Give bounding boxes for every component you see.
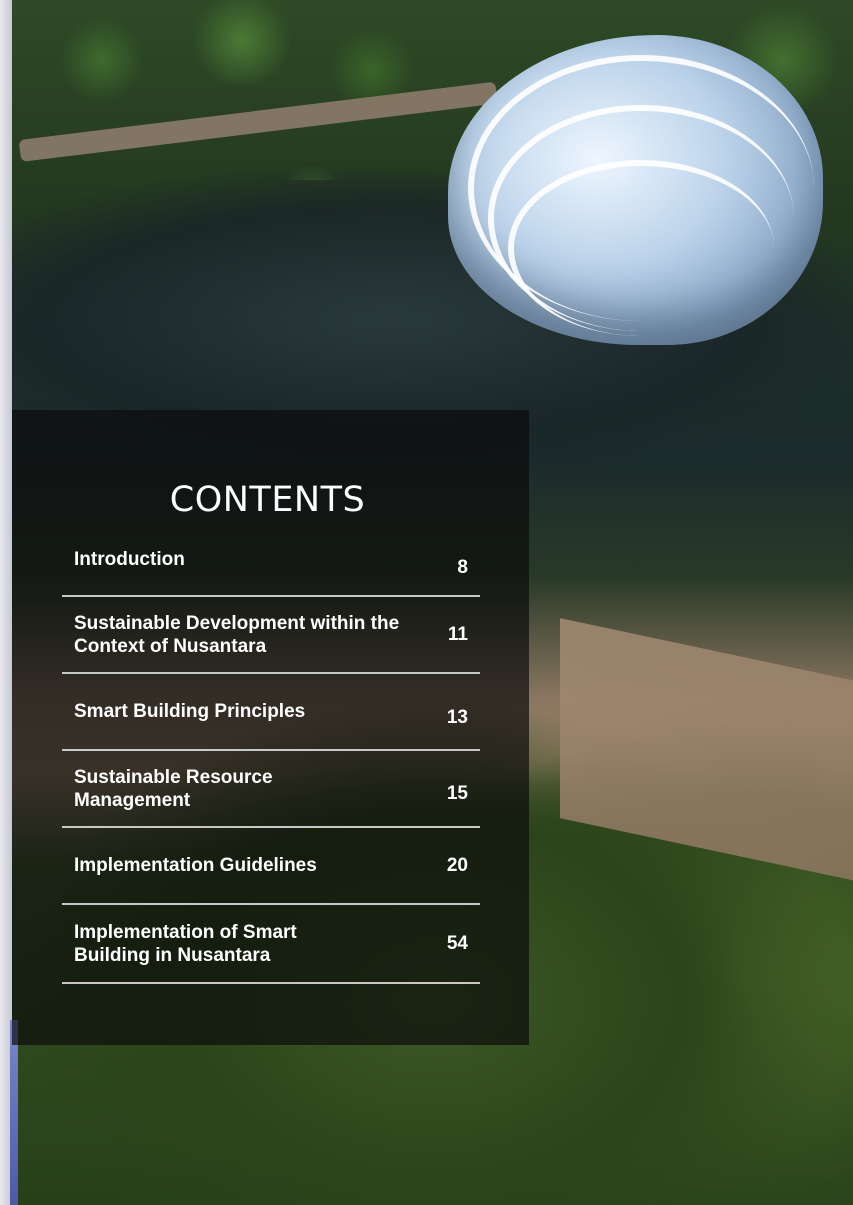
toc-row[interactable]: Smart Building Principles 13 — [62, 674, 480, 751]
toc-page-number: 20 — [446, 854, 468, 876]
toc-label: Introduction — [74, 549, 185, 570]
toc-label: Implementation of Smart Building in Nusa… — [74, 921, 297, 966]
toc-page-number: 15 — [446, 782, 468, 804]
contents-heading: CONTENTS — [169, 480, 366, 520]
toc-label: Sustainable Development within the Conte… — [74, 612, 400, 657]
toc-row[interactable]: Implementation Guidelines 20 — [62, 828, 480, 905]
page-edge-accent — [10, 1020, 18, 1205]
toc-page-number: 8 — [457, 556, 468, 578]
pavilion-rib — [508, 160, 774, 336]
toc-page-number: 11 — [447, 623, 468, 645]
toc-row[interactable]: Introduction 8 — [62, 520, 480, 597]
toc-label: Smart Building Principles — [74, 701, 306, 722]
toc-label: Sustainable Resource Management — [74, 766, 273, 811]
toc-label: Implementation Guidelines — [74, 855, 317, 876]
toc-row[interactable]: Implementation of Smart Building in Nusa… — [62, 905, 480, 984]
toc-row[interactable]: Sustainable Resource Management 15 — [62, 751, 480, 828]
toc-page-number: 54 — [446, 932, 468, 954]
document-page: CONTENTS Introduction 8 Sustainable Deve… — [0, 0, 853, 1205]
toc-row[interactable]: Sustainable Development within the Conte… — [62, 597, 480, 674]
toc-page-number: 13 — [446, 706, 468, 728]
table-of-contents: Introduction 8 Sustainable Development w… — [62, 520, 480, 984]
